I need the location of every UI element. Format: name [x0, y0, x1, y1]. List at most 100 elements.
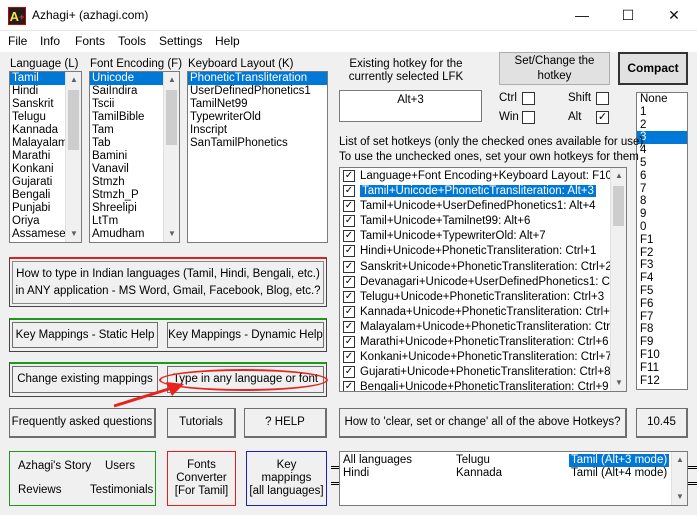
list-item-selected[interactable]: Tamil (Alt+3 mode) — [569, 454, 670, 467]
key-option-item[interactable]: F1 — [637, 234, 687, 247]
language-mode-scrollbar[interactable]: ▲ ▼ — [671, 452, 687, 505]
key-option-item[interactable]: 3 — [637, 131, 687, 145]
scroll-down-icon[interactable]: ▼ — [164, 226, 179, 242]
language-scrollbar[interactable]: ▲ ▼ — [65, 72, 81, 242]
scroll-down-icon[interactable]: ▼ — [672, 489, 687, 505]
keyboard-layout-list-item[interactable]: TypewriterOld — [188, 111, 327, 124]
list-item[interactable]: All languages — [343, 454, 412, 467]
key-option-item[interactable]: F6 — [637, 298, 687, 311]
scroll-thumb[interactable] — [166, 90, 177, 145]
hotkey-list-item[interactable]: ✓ Telugu+Unicode+PhoneticTransliteration:… — [340, 290, 626, 305]
hotkey-checkbox[interactable]: ✓ — [343, 200, 355, 213]
hotkey-list-item[interactable]: ✓ Tamil+Unicode+UserDefinedPhonetics1: Al… — [340, 199, 626, 214]
key-mappings-static-button[interactable]: Key Mappings - Static Help — [12, 322, 158, 348]
list-item[interactable]: Kannada — [456, 467, 502, 480]
hotkey-list-item[interactable]: ✓ Marathi+Unicode+PhoneticTransliteration… — [340, 335, 626, 350]
fonts-converter-button[interactable]: Fonts Converter [For Tamil] — [167, 451, 236, 506]
how-to-clear-hotkeys-button[interactable]: How to 'clear, set or change' all of the… — [339, 408, 627, 438]
hotkey-checkbox[interactable]: ✓ — [343, 366, 355, 379]
key-option-item[interactable]: F4 — [637, 272, 687, 285]
scroll-up-icon[interactable]: ▲ — [164, 72, 179, 88]
ctrl-checkbox[interactable] — [522, 92, 535, 105]
hotkey-checkbox[interactable]: ✓ — [343, 381, 355, 391]
keyboard-layout-list-item[interactable]: SanTamilPhonetics — [188, 137, 327, 150]
key-option-item[interactable]: F5 — [637, 285, 687, 298]
keyboard-layout-list-item[interactable]: Inscript — [188, 124, 327, 137]
hotkeys-list[interactable]: ✓ Language+Font Encoding+Keyboard Layout:… — [339, 167, 627, 392]
how-to-type-button[interactable]: How to type in Indian languages (Tamil, … — [12, 261, 324, 304]
scroll-up-icon[interactable]: ▲ — [672, 452, 687, 468]
key-option-item[interactable]: F12 — [637, 375, 687, 388]
hotkey-list-item[interactable]: ✓ Malayalam+Unicode+PhoneticTransliterati… — [340, 320, 626, 335]
close-button[interactable]: ✕ — [651, 0, 697, 31]
hotkeys-scrollbar[interactable]: ▲ ▼ — [610, 168, 626, 391]
key-option-item[interactable]: F2 — [637, 247, 687, 260]
keyboard-layout-list-item[interactable]: PhoneticTransliteration — [188, 72, 327, 85]
menu-fonts[interactable]: Fonts — [75, 34, 105, 48]
hotkey-checkbox[interactable]: ✓ — [343, 305, 355, 318]
hotkey-list-item[interactable]: ✓ Hindi+Unicode+PhoneticTransliteration: … — [340, 244, 626, 259]
hotkey-list-item[interactable]: ✓ Gujarati+Unicode+PhoneticTransliteratio… — [340, 365, 626, 380]
hotkey-list-item[interactable]: ✓ Language+Font Encoding+Keyboard Layout:… — [340, 169, 626, 184]
shift-checkbox[interactable] — [596, 92, 609, 105]
keyboard-layout-list-item[interactable]: UserDefinedPhonetics1 — [188, 85, 327, 98]
users-link[interactable]: Users — [105, 460, 135, 472]
hotkey-checkbox[interactable]: ✓ — [343, 230, 355, 243]
azhagis-story-link[interactable]: Azhagi's Story — [18, 460, 91, 472]
key-mappings-all-button[interactable]: Key mappings [all languages] — [246, 451, 327, 506]
scroll-thumb[interactable] — [68, 90, 79, 150]
hotkey-checkbox[interactable]: ✓ — [343, 290, 355, 303]
version-button[interactable]: 10.45 — [636, 408, 688, 438]
hotkey-list-item[interactable]: ✓ Tamil+Unicode+PhoneticTransliteration: … — [340, 184, 626, 199]
language-mode-list[interactable]: All languages Hindi Telugu Kannada Tamil… — [339, 451, 688, 506]
language-list[interactable]: Tamil Hindi Sanskrit Telugu Kannada Malayalam… — [9, 71, 82, 243]
key-option-item[interactable]: F10 — [637, 349, 687, 362]
hotkey-checkbox[interactable]: ✓ — [343, 215, 355, 228]
key-option-item[interactable]: 7 — [637, 183, 687, 196]
tutorials-button[interactable]: Tutorials — [167, 408, 236, 438]
help-button[interactable]: ? HELP — [244, 408, 327, 438]
set-change-hotkey-button[interactable]: Set/Change the hotkey — [499, 52, 610, 85]
key-option-item[interactable]: F11 — [637, 362, 687, 375]
scroll-up-icon[interactable]: ▲ — [611, 168, 626, 184]
list-item[interactable]: Hindi — [343, 467, 412, 480]
key-option-item[interactable]: None — [637, 93, 687, 106]
reviews-link[interactable]: Reviews — [18, 484, 61, 496]
key-option-item[interactable]: 1 — [637, 106, 687, 119]
hotkey-list-item[interactable]: ✓ Kannada+Unicode+PhoneticTransliteration… — [340, 305, 626, 320]
hotkey-checkbox[interactable]: ✓ — [343, 170, 355, 182]
key-option-item[interactable]: 8 — [637, 195, 687, 208]
hotkey-list-item[interactable]: ✓ Bengali+Unicode+PhoneticTransliteration… — [340, 380, 626, 391]
list-item[interactable]: Telugu — [456, 454, 502, 467]
hotkey-list-item[interactable]: ✓ Tamil+Unicode+TypewriterOld: Alt+7 — [340, 229, 626, 244]
key-option-item[interactable]: 0 — [637, 221, 687, 234]
hotkey-checkbox[interactable]: ✓ — [343, 351, 355, 364]
keyboard-layout-list[interactable]: PhoneticTransliteration UserDefinedPhonet… — [187, 71, 328, 243]
key-option-item[interactable]: 5 — [637, 157, 687, 170]
menu-help[interactable]: Help — [215, 34, 240, 48]
font-encoding-list[interactable]: Unicode SaiIndira Tscii TamilBible Tam Tab Bam… — [89, 71, 180, 243]
maximize-button[interactable]: ☐ — [605, 0, 651, 31]
win-checkbox[interactable] — [522, 111, 535, 124]
hotkey-list-item[interactable]: ✓ Devanagari+Unicode+UserDefinedPhonetics… — [340, 275, 626, 290]
hotkey-checkbox[interactable]: ✓ — [343, 320, 355, 333]
key-option-item[interactable]: F7 — [637, 311, 687, 324]
alt-checkbox[interactable]: ✓ — [596, 111, 609, 124]
testimonials-link[interactable]: Testimonials — [90, 484, 153, 496]
hotkey-list-item[interactable]: ✓ Konkani+Unicode+PhoneticTransliteration… — [340, 350, 626, 365]
key-option-item[interactable]: 6 — [637, 170, 687, 183]
hotkey-list-item[interactable]: ✓ Sanskrit+Unicode+PhoneticTransliteratio… — [340, 260, 626, 275]
existing-hotkey-field[interactable]: Alt+3 — [339, 90, 482, 122]
hotkey-checkbox[interactable]: ✓ — [343, 245, 355, 258]
key-option-item[interactable]: F3 — [637, 259, 687, 272]
list-item[interactable]: Tamil (Alt+4 mode) — [569, 467, 669, 480]
minimize-button[interactable]: — — [559, 0, 605, 31]
hotkey-list-item[interactable]: ✓ Tamil+Unicode+Tamilnet99: Alt+6 — [340, 214, 626, 229]
key-option-item[interactable]: F9 — [637, 336, 687, 349]
scroll-thumb[interactable] — [613, 186, 624, 226]
key-option-item[interactable]: F8 — [637, 323, 687, 336]
key-mappings-dynamic-button[interactable]: Key Mappings - Dynamic Help — [167, 322, 324, 348]
key-options-list[interactable]: None 1 2 3 4 5 6 7 8 9 0 F1 F2 F3 F4 F5 F6 F7 F8 F9 F10 F11 F1… — [636, 92, 688, 390]
menu-info[interactable]: Info — [40, 34, 60, 48]
scroll-down-icon[interactable]: ▼ — [66, 226, 81, 242]
